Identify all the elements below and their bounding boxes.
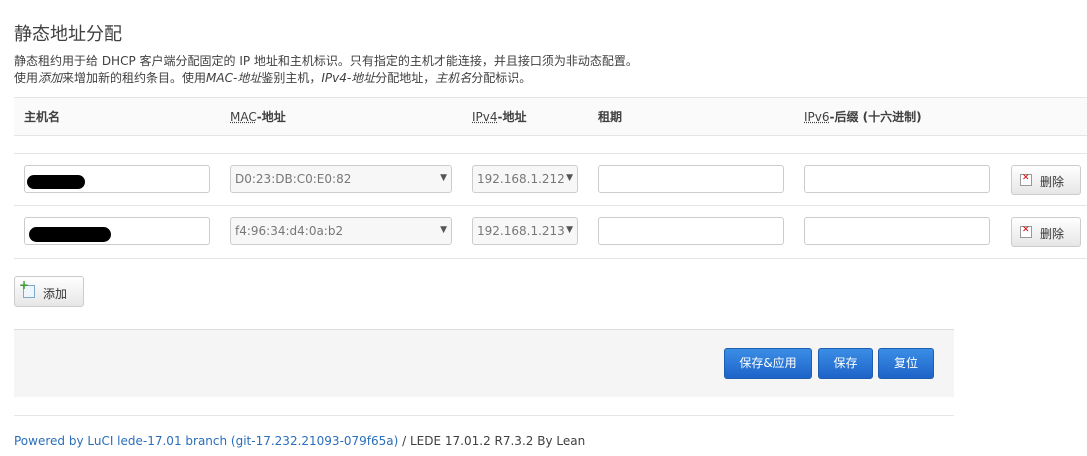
header-ipv4: IPv4-地址 [472, 108, 527, 125]
mac-select[interactable]: D0:23:DB:C0:E0:82 ▼ [230, 165, 452, 193]
header-ipv4-rest: -地址 [497, 110, 527, 124]
header-hostname: 主机名 [24, 110, 61, 124]
mac-value: f4:96:34:d4:0a:b2 [235, 224, 344, 238]
lease-input[interactable] [598, 165, 784, 193]
ipv6-suffix-input[interactable] [804, 165, 990, 193]
hostname-input[interactable] [24, 165, 210, 193]
redacted-hostname [27, 175, 85, 189]
desc-text: 鉴别主机， [261, 71, 322, 85]
table-header: 主机名 MAC-地址 IPv4-地址 租期 IPv6-后缀 (十六进制) [14, 97, 1087, 136]
ipv4-value: 192.168.1.213 [477, 224, 565, 238]
delete-button[interactable]: 删除 [1011, 217, 1081, 247]
add-icon [19, 278, 35, 298]
add-button[interactable]: 添加 [14, 276, 84, 307]
table-row: f4:96:34:d4:0a:b2 ▼ 192.168.1.213 ▼ 删除 [14, 205, 1087, 259]
description-line-1: 静态租约用于给 DHCP 客户端分配固定的 IP 地址和主机标识。只有指定的主机… [14, 54, 638, 68]
header-ipv6-rest: -后缀 (十六进制) [829, 110, 922, 124]
lease-input[interactable] [598, 217, 784, 245]
desc-hostname-word: 主机名 [435, 71, 472, 85]
desc-text: 来增加新的租约条目。使用 [62, 71, 207, 85]
delete-icon [1020, 173, 1032, 186]
desc-mac-word: MAC-地址 [206, 71, 262, 85]
redacted-hostname [29, 227, 111, 242]
ipv4-select[interactable]: 192.168.1.213 ▼ [472, 217, 578, 245]
dropdown-arrow-icon: ▼ [440, 225, 447, 235]
dropdown-arrow-icon: ▼ [440, 173, 447, 183]
footer: Powered by LuCI lede-17.01 branch (git-1… [14, 434, 585, 448]
header-ipv4-abbr: IPv4 [472, 110, 498, 124]
desc-ipv4-word: IPv4-地址 [321, 71, 376, 85]
delete-button[interactable]: 删除 [1011, 165, 1081, 195]
ipv4-select[interactable]: 192.168.1.212 ▼ [472, 165, 578, 193]
page-description: 静态租约用于给 DHCP 客户端分配固定的 IP 地址和主机标识。只有指定的主机… [14, 53, 638, 87]
header-mac-rest: -地址 [256, 110, 286, 124]
delete-label: 删除 [1040, 175, 1065, 189]
mac-value: D0:23:DB:C0:E0:82 [235, 172, 352, 186]
table-row: D0:23:DB:C0:E0:82 ▼ 192.168.1.212 ▼ 删除 [14, 153, 1087, 206]
actions-bar: 保存&应用 保存 复位 [14, 329, 954, 397]
desc-text: 分配地址， [375, 71, 436, 85]
page-title: 静态地址分配 [14, 24, 122, 45]
header-mac-abbr: MAC [230, 110, 257, 124]
footer-version: / LEDE 17.01.2 R7.3.2 By Lean [398, 434, 586, 448]
dropdown-arrow-icon: ▼ [566, 225, 573, 235]
luci-link[interactable]: Powered by LuCI lede-17.01 branch (git-1… [14, 434, 398, 448]
hostname-input[interactable] [24, 217, 210, 245]
description-line-2: 使用添加来增加新的租约条目。使用MAC-地址鉴别主机，IPv4-地址分配地址，主… [14, 70, 638, 87]
header-mac: MAC-地址 [230, 108, 286, 125]
reset-button[interactable]: 复位 [878, 348, 934, 379]
header-ipv6-abbr: IPv6 [804, 110, 830, 124]
header-ipv6: IPv6-后缀 (十六进制) [804, 108, 922, 125]
desc-text: 使用 [14, 71, 39, 85]
save-button[interactable]: 保存 [818, 348, 873, 379]
mac-select[interactable]: f4:96:34:d4:0a:b2 ▼ [230, 217, 452, 245]
footer-divider [14, 415, 954, 416]
ipv4-value: 192.168.1.212 [477, 172, 565, 186]
save-apply-button[interactable]: 保存&应用 [724, 348, 812, 379]
delete-label: 删除 [1040, 227, 1065, 241]
header-lease: 租期 [598, 110, 623, 124]
dropdown-arrow-icon: ▼ [566, 173, 573, 183]
ipv6-suffix-input[interactable] [804, 217, 990, 245]
add-label: 添加 [43, 287, 68, 301]
desc-text: 分配标识。 [471, 71, 532, 85]
delete-icon [1020, 225, 1032, 238]
desc-add-word: 添加 [38, 71, 63, 85]
